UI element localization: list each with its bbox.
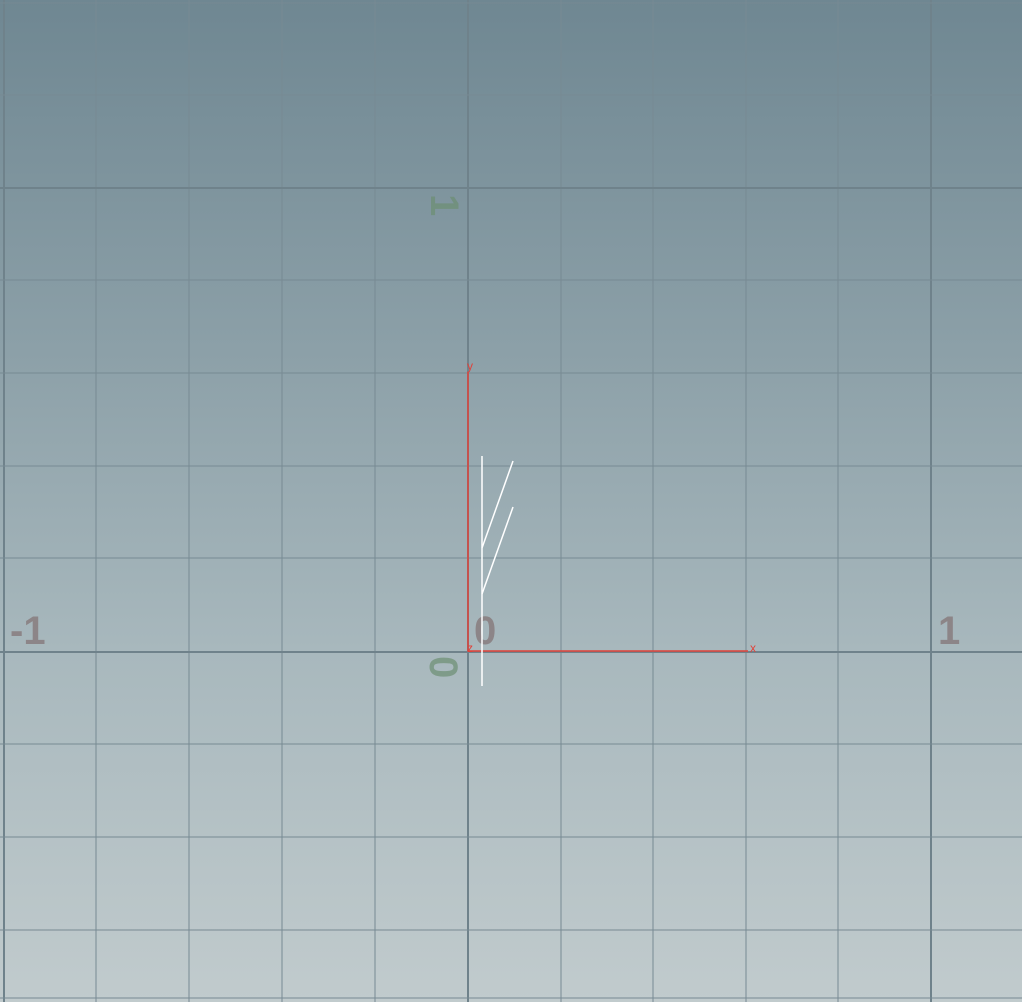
grid-label-y-zero: 0 (421, 656, 465, 678)
viewport-scene: -1 0 1 1 0 y x z (0, 0, 1022, 1002)
grid-label-x-pos: 1 (938, 609, 960, 653)
grid-label-y-pos: 1 (422, 194, 466, 216)
gizmo-barb-lower (481, 506, 514, 595)
grid (0, 0, 1022, 1002)
axis-label-z: z (467, 641, 473, 655)
axis-labels: y x z (467, 359, 756, 655)
y-grid-labels: 1 0 (421, 194, 466, 678)
3d-viewport[interactable]: -1 0 1 1 0 y x z (0, 0, 1022, 1002)
grid-label-x-neg: -1 (10, 609, 46, 653)
x-grid-labels: -1 0 1 (10, 609, 960, 653)
grid-label-x-zero: 0 (474, 609, 496, 653)
gizmo-barb-upper (481, 460, 514, 549)
axis-label-x: x (750, 641, 756, 655)
axis-label-y: y (467, 359, 473, 373)
world-axes (467, 372, 748, 652)
